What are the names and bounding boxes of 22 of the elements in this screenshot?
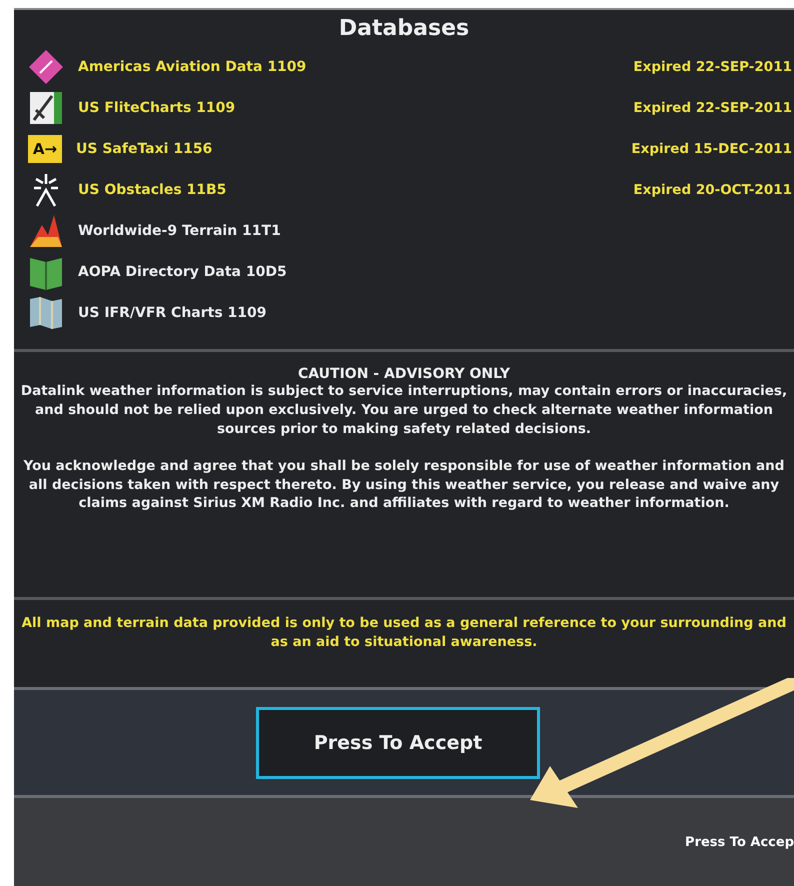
diamond-icon — [28, 49, 64, 85]
database-name: AOPA Directory Data 10D5 — [78, 264, 288, 280]
expiry-date: Expired 22-SEP-2011 — [633, 59, 792, 75]
expiry-date: Expired 20-OCT-2011 — [633, 182, 792, 198]
database-name: US SafeTaxi 1156 — [76, 141, 214, 157]
window-title: Databases — [338, 15, 470, 43]
safetaxi-icon: A→ — [28, 135, 62, 163]
caution-heading: CAUTION - ADVISORY ONLY — [297, 366, 511, 382]
database-name: US FliteCharts 1109 — [78, 100, 236, 116]
expiry-date: Expired 15-DEC-2011 — [631, 141, 792, 157]
caution-paragraph: Datalink weather information is subject to service interruptions, may contain errors or inaccuracies, and should not be relied upon exclusively. You are urged to check alternate weather information sources prior to making safety related decisions. — [20, 382, 788, 439]
status-text: Press To Accep — [685, 834, 794, 850]
database-name: Americas Aviation Data 1109 — [78, 59, 308, 75]
database-name: Worldwide-9 Terrain 11T1 — [78, 223, 282, 239]
database-name: US IFR/VFR Charts 1109 — [78, 305, 268, 321]
folded-map-icon — [28, 295, 64, 331]
chart-page-icon — [28, 90, 64, 126]
accept-button[interactable]: Press To Accept — [256, 706, 540, 778]
database-name: US Obstacles 11B5 — [78, 182, 228, 198]
expiry-date: Expired 22-SEP-2011 — [633, 100, 792, 116]
terrain-mountain-icon — [28, 213, 64, 249]
caution-paragraph: You acknowledge and agree that you shall be solely responsible for use of weather information and all decisions taken with respect thereto. By using this weather service, you release and waive any claims against Sirius XM Radio Inc. and affiliates with regard to weather information. — [22, 456, 786, 514]
